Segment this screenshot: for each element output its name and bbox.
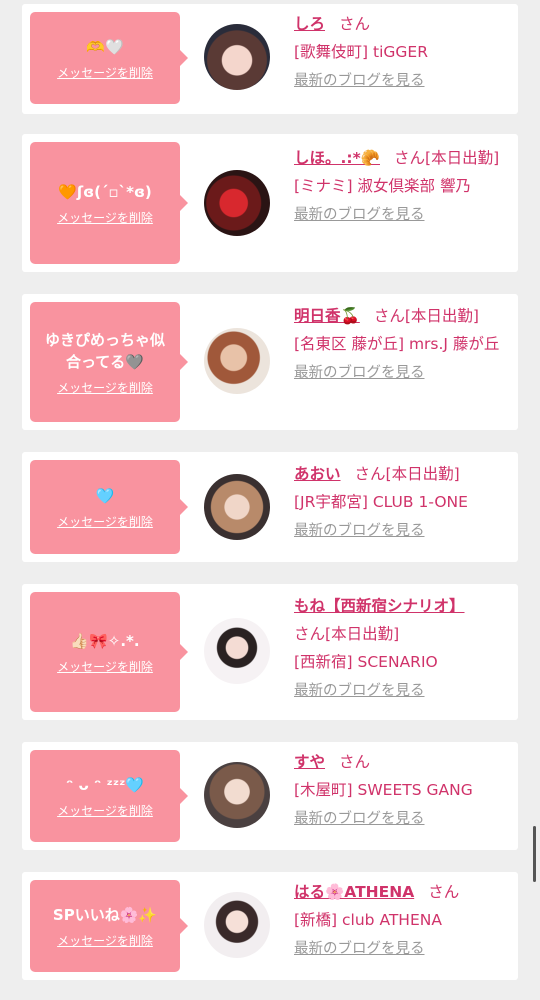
latest-blog-link[interactable]: 最新のブログを見る: [294, 683, 425, 699]
delete-message-link[interactable]: メッセージを削除: [57, 513, 153, 530]
san-suffix: さん: [339, 753, 371, 771]
avatar[interactable]: [204, 24, 270, 90]
delete-message-link[interactable]: メッセージを削除: [57, 379, 153, 396]
message-text: 👍🏻🎀✧.*.: [70, 631, 140, 650]
avatar[interactable]: [204, 892, 270, 958]
message-bubble: ゆきぴめっちゃ似合ってる🩶 メッセージを削除: [30, 302, 188, 422]
shop-info: [木屋町] SWEETS GANG: [294, 781, 473, 799]
scrollbar[interactable]: [533, 826, 536, 882]
latest-blog-link[interactable]: 最新のブログを見る: [294, 523, 425, 539]
message-text: ᵔ ᴗ ᵔ ᶻᶻᶻ🩵: [65, 775, 145, 794]
cast-name-link[interactable]: あおい: [294, 465, 341, 483]
message-card: 👍🏻🎀✧.*. メッセージを削除 もね【西新宿シナリオ】 さん[本日出勤] [西…: [22, 584, 518, 720]
cast-name-link[interactable]: はる🌸ATHENA: [294, 883, 414, 901]
latest-blog-link[interactable]: 最新のブログを見る: [294, 207, 425, 223]
message-text: 🫶🤍: [86, 37, 124, 56]
delete-message-link[interactable]: メッセージを削除: [57, 64, 153, 81]
delete-message-link[interactable]: メッセージを削除: [57, 658, 153, 675]
latest-blog-link[interactable]: 最新のブログを見る: [294, 941, 425, 957]
message-card: SPいいね🌸✨ メッセージを削除 はる🌸ATHENA さん [新橋] club A…: [22, 872, 518, 980]
avatar[interactable]: [204, 170, 270, 236]
cast-name-link[interactable]: 明日香🍒: [294, 307, 360, 325]
shop-info: [ミナミ] 淑女倶楽部 響乃: [294, 177, 471, 195]
message-bubble: 🩵 メッセージを削除: [30, 460, 188, 554]
latest-blog-link[interactable]: 最新のブログを見る: [294, 811, 425, 827]
san-suffix: さん: [339, 15, 371, 33]
cast-name-link[interactable]: しほ。.:*🥐: [294, 149, 380, 167]
shop-info: [名東区 藤が丘] mrs.J 藤が丘: [294, 335, 500, 353]
message-text: 🧡ʃɞ(ˊ▫ˋ*ɞ): [58, 182, 152, 201]
message-card: ᵔ ᴗ ᵔ ᶻᶻᶻ🩵 メッセージを削除 すや さん [木屋町] SWEETS GA…: [22, 742, 518, 850]
shop-info: [JR宇都宮] CLUB 1-ONE: [294, 493, 468, 511]
cast-name-link[interactable]: しろ: [294, 15, 325, 33]
message-text: SPいいね🌸✨: [52, 905, 158, 924]
cast-name-link[interactable]: もね【西新宿シナリオ】: [294, 597, 465, 615]
status-label: [本日出勤]: [404, 307, 479, 325]
san-suffix: さん: [354, 465, 386, 483]
message-text: 🩵: [95, 486, 115, 505]
delete-message-link[interactable]: メッセージを削除: [57, 209, 153, 226]
delete-message-link[interactable]: メッセージを削除: [57, 802, 153, 819]
shop-info: [歌舞伎町] tiGGER: [294, 43, 428, 61]
message-text: ゆきぴめっちゃ似合ってる🩶: [44, 330, 165, 371]
status-label: [本日出勤]: [385, 465, 460, 483]
avatar[interactable]: [204, 474, 270, 540]
avatar[interactable]: [204, 762, 270, 828]
message-bubble: ᵔ ᴗ ᵔ ᶻᶻᶻ🩵 メッセージを削除: [30, 750, 188, 842]
san-suffix: さん: [294, 625, 326, 643]
message-bubble: 👍🏻🎀✧.*. メッセージを削除: [30, 592, 188, 712]
san-suffix: さん: [394, 149, 426, 167]
shop-info: [西新宿] SCENARIO: [294, 653, 438, 671]
status-label: [本日出勤]: [425, 149, 500, 167]
san-suffix: さん: [428, 883, 460, 901]
shop-info: [新橋] club ATHENA: [294, 911, 442, 929]
message-bubble: 🫶🤍 メッセージを削除: [30, 12, 188, 104]
latest-blog-link[interactable]: 最新のブログを見る: [294, 365, 425, 381]
status-label: [本日出勤]: [325, 625, 400, 643]
delete-message-link[interactable]: メッセージを削除: [57, 932, 153, 949]
message-card: 🧡ʃɞ(ˊ▫ˋ*ɞ) メッセージを削除 しほ。.:*🥐 さん[本日出勤] [ミナミ…: [22, 134, 518, 272]
san-suffix: さん: [373, 307, 405, 325]
avatar[interactable]: [204, 328, 270, 394]
message-card: 🩵 メッセージを削除 あおい さん[本日出勤] [JR宇都宮] CLUB 1-ON…: [22, 452, 518, 562]
message-card: ゆきぴめっちゃ似合ってる🩶 メッセージを削除 明日香🍒 さん[本日出勤] [名東区…: [22, 294, 518, 430]
cast-name-link[interactable]: すや: [294, 753, 325, 771]
latest-blog-link[interactable]: 最新のブログを見る: [294, 73, 425, 89]
message-bubble: SPいいね🌸✨ メッセージを削除: [30, 880, 188, 972]
avatar[interactable]: [204, 618, 270, 684]
message-bubble: 🧡ʃɞ(ˊ▫ˋ*ɞ) メッセージを削除: [30, 142, 188, 264]
message-card: 🫶🤍 メッセージを削除 しろ さん [歌舞伎町] tiGGER 最新のブログを見る: [22, 4, 518, 114]
